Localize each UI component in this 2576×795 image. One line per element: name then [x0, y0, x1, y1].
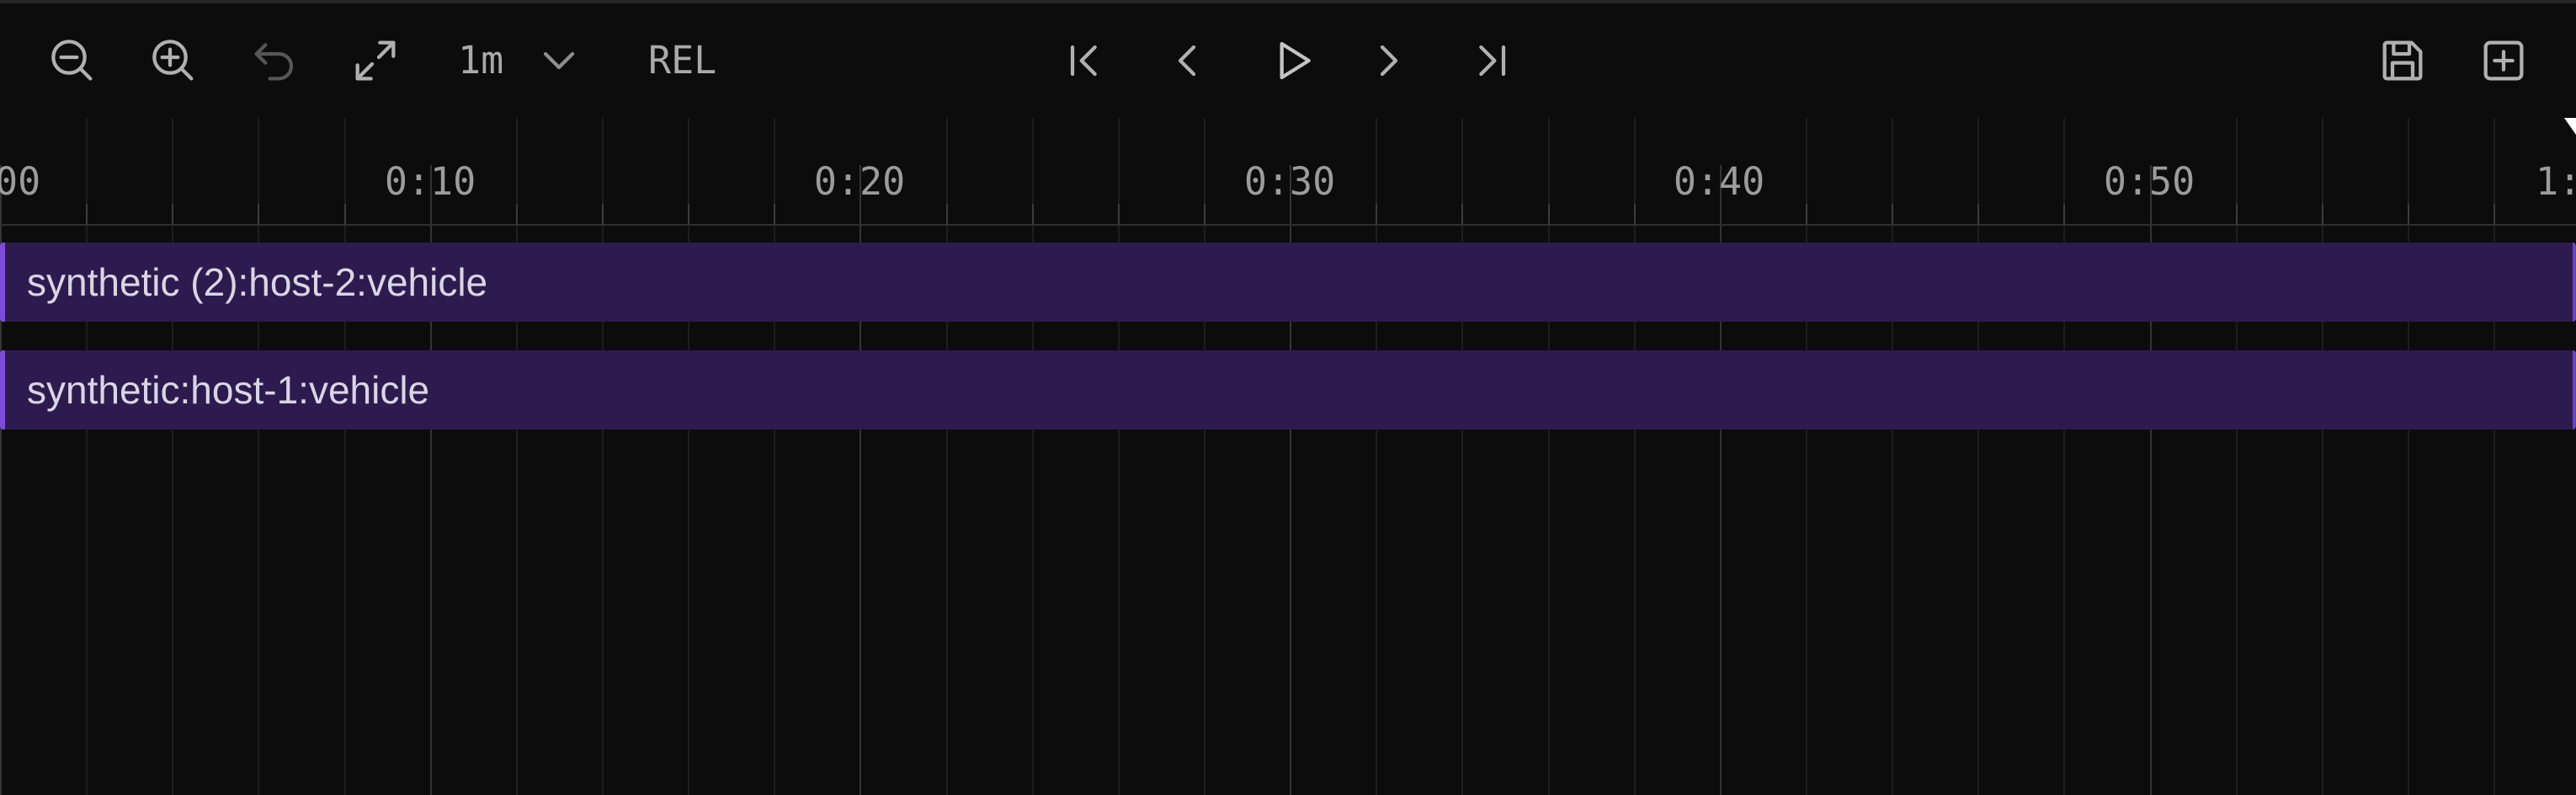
- time-ruler-tick: [2494, 204, 2495, 224]
- track-row[interactable]: synthetic:host-1:vehicle: [0, 350, 2576, 430]
- track-row[interactable]: synthetic (2):host-2:vehicle: [0, 243, 2576, 322]
- time-ruler-label: 0:20: [813, 159, 906, 204]
- skip-start-icon: [1070, 45, 1097, 77]
- time-ruler-tick: [2408, 204, 2409, 224]
- time-ruler-label: 0:40: [1673, 159, 1765, 204]
- save-button[interactable]: [2372, 30, 2433, 91]
- skip-end-icon: [1479, 45, 1506, 77]
- plus-square-icon: [2483, 40, 2524, 81]
- time-mode-toggle[interactable]: REL: [648, 34, 716, 88]
- range-select-dropdown[interactable]: [529, 30, 589, 91]
- play-button[interactable]: [1263, 30, 1323, 91]
- time-ruler-tick: [1376, 204, 1377, 224]
- time-ruler-tick: [602, 204, 604, 224]
- time-ruler-label: 0:50: [2103, 159, 2195, 204]
- time-ruler-tick: [86, 204, 88, 224]
- track-label: synthetic:host-1:vehicle: [27, 368, 430, 412]
- chevron-down-icon: [543, 51, 575, 70]
- time-ruler-tick: [1204, 204, 1206, 224]
- time-ruler-tick: [2236, 204, 2238, 224]
- time-ruler-tick: [1118, 204, 1120, 224]
- range-select-value[interactable]: 1m: [458, 34, 503, 88]
- time-ruler-tick: [1634, 204, 1636, 224]
- zoom-in-icon: [152, 40, 194, 81]
- step-forward-button[interactable]: [1359, 30, 1419, 91]
- track-end-handle[interactable]: [2573, 350, 2576, 430]
- time-ruler-label: 0:30: [1243, 159, 1336, 204]
- time-ruler-label: 00: [0, 159, 41, 204]
- save-icon: [2382, 40, 2423, 81]
- time-ruler-tick: [1461, 204, 1463, 224]
- timeline-area[interactable]: 00 0:10 0:20 0:30 0:40 0:50 1: synthetic…: [0, 118, 2576, 795]
- track-label: synthetic (2):host-2:vehicle: [27, 260, 488, 304]
- zoom-out-button[interactable]: [42, 30, 103, 91]
- time-ruler-tick: [688, 204, 689, 224]
- zoom-out-icon: [51, 40, 93, 81]
- playhead-marker[interactable]: [2564, 118, 2576, 135]
- zoom-in-button[interactable]: [143, 30, 204, 91]
- undo-button[interactable]: [244, 30, 305, 91]
- time-ruler-baseline: [0, 224, 2576, 226]
- time-ruler-tick: [946, 204, 948, 224]
- time-ruler-tick: [1977, 204, 1979, 224]
- skip-to-start-button[interactable]: [1056, 30, 1116, 91]
- time-ruler-tick: [344, 204, 346, 224]
- time-ruler-tick: [1548, 204, 1550, 224]
- time-ruler-tick: [2322, 204, 2323, 224]
- time-ruler-label: 1:: [2536, 159, 2576, 204]
- add-button[interactable]: [2473, 30, 2534, 91]
- time-ruler-tick: [774, 204, 775, 224]
- timeline-toolbar: 1m REL: [0, 3, 2576, 118]
- play-icon: [1280, 41, 1311, 80]
- time-ruler-tick: [172, 204, 173, 224]
- time-ruler-tick: [2063, 204, 2065, 224]
- time-ruler-tick: [1806, 204, 1807, 224]
- time-ruler-tick: [258, 204, 259, 224]
- step-back-button[interactable]: [1157, 30, 1217, 91]
- track-end-handle[interactable]: [2573, 243, 2576, 322]
- time-ruler-tick: [1032, 204, 1034, 224]
- fit-button[interactable]: [345, 30, 406, 91]
- chevron-right-icon: [1380, 45, 1398, 77]
- time-ruler-tick: [516, 204, 518, 224]
- expand-icon: [355, 40, 396, 81]
- undo-icon: [254, 43, 294, 81]
- time-ruler-tick: [1892, 204, 1893, 224]
- skip-to-end-button[interactable]: [1460, 30, 1520, 91]
- chevron-left-icon: [1178, 45, 1196, 77]
- time-ruler-label: 0:10: [384, 159, 476, 204]
